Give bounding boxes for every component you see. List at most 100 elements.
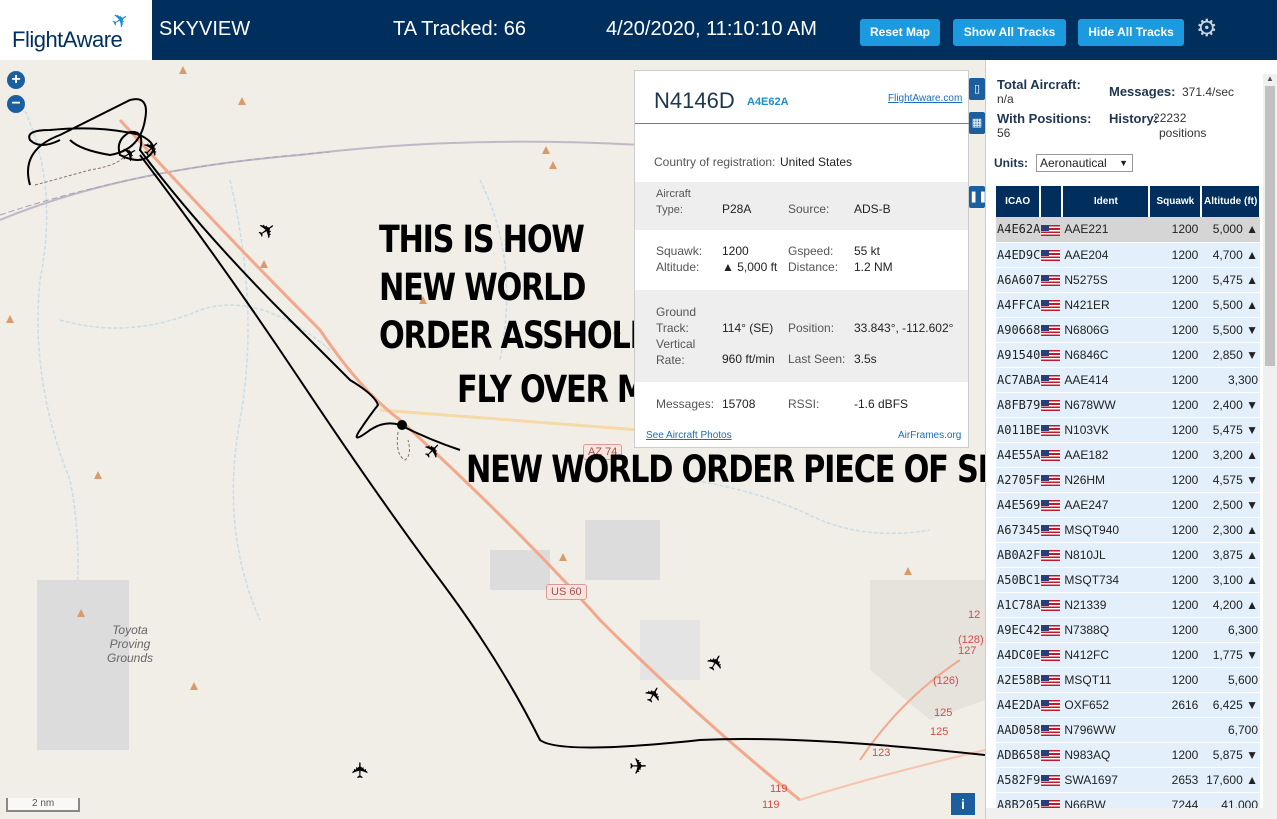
col-icao[interactable]: ICAO	[996, 186, 1042, 217]
us-flag-icon	[1041, 724, 1061, 736]
flag-cell	[1040, 592, 1063, 618]
squawk-cell: 1200	[1149, 667, 1202, 693]
ident-cell: N103VK	[1062, 417, 1150, 443]
ident-cell: N26HM	[1062, 467, 1150, 493]
messages-label: Messages:	[1109, 84, 1176, 99]
table-row[interactable]: A4ED9C AAE204 1200 4,700 ▲	[996, 242, 1260, 268]
table-row[interactable]: A4E55A AAE182 1200 3,200 ▲	[996, 442, 1260, 468]
horizontal-scrollbar[interactable]	[986, 808, 1277, 819]
pause-icon[interactable]: ❚❚	[969, 186, 987, 208]
table-row[interactable]: A4E62A AAE221 1200 5,000 ▲	[996, 217, 1260, 243]
table-row[interactable]: A2705F N26HM 1200 4,575 ▼	[996, 467, 1260, 493]
altitude-cell: 3,200 ▲	[1201, 442, 1260, 468]
history-value: History: 22232 positions	[1109, 111, 1229, 141]
altitude-cell: 5,000 ▲	[1201, 217, 1260, 243]
gear-icon[interactable]: ⚙	[1196, 14, 1218, 43]
show-all-tracks-button[interactable]: Show All Tracks	[953, 19, 1066, 46]
table-row[interactable]: AAD058 N796WW 6,700	[996, 717, 1260, 743]
datetime: 4/20/2020, 11:10:10 AM	[606, 18, 817, 40]
flag-cell	[1040, 767, 1063, 793]
svg-text:119: 119	[770, 783, 788, 795]
squawk-cell: 2616	[1149, 692, 1202, 718]
col-squawk[interactable]: Squawk	[1149, 186, 1203, 217]
country-label: Country of registration:	[654, 155, 776, 169]
info-button[interactable]: i	[951, 793, 975, 815]
icao-cell: A4E569	[996, 492, 1041, 518]
flag-cell	[1040, 442, 1063, 468]
col-flag[interactable]	[1040, 186, 1064, 217]
table-row[interactable]: A2E58B MSQT11 1200 5,600	[996, 667, 1260, 693]
units-select[interactable]: Aeronautical ▼	[1036, 154, 1133, 172]
flag-cell	[1040, 617, 1063, 643]
table-row[interactable]: A4E569 AAE247 1200 2,500 ▼	[996, 492, 1260, 518]
table-row[interactable]: A011BE N103VK 1200 5,475 ▼	[996, 417, 1260, 443]
overlay-text-line: NEW WORLD ORDER PIECE OF SHIT	[466, 448, 1033, 491]
airframes-link[interactable]: AirFrames.org	[898, 430, 961, 441]
vertical-rate-label: Vertical Rate:	[656, 337, 696, 367]
flag-cell	[1040, 692, 1063, 718]
table-row[interactable]: A4E2DA OXF652 2616 6,425 ▼	[996, 692, 1260, 718]
icao-cell: A8FB79	[996, 392, 1041, 418]
table-row[interactable]: A9EC42 N7388Q 1200 6,300	[996, 617, 1260, 643]
map-layers-icon[interactable]: ▯	[969, 78, 985, 100]
icao-cell: A582F9	[996, 767, 1041, 793]
vertical-scrollbar[interactable]: ▲	[1263, 74, 1277, 810]
us-flag-icon	[1041, 499, 1061, 511]
zoom-in-button[interactable]: +	[7, 71, 25, 89]
distance-value: 1.2 NM	[854, 260, 893, 274]
table-row[interactable]: AC7ABA AAE414 1200 3,300	[996, 367, 1260, 393]
table-row[interactable]: A4FFCA N421ER 1200 5,500 ▲	[996, 292, 1260, 318]
icao-cell: A6A607	[996, 267, 1041, 293]
icao-cell: A4E2DA	[996, 692, 1041, 718]
table-row[interactable]: A91540 N6846C 1200 2,850 ▼	[996, 342, 1260, 368]
scroll-up-icon[interactable]: ▲	[1266, 74, 1274, 83]
flightaware-logo[interactable]: ✈ FlightAware	[0, 0, 152, 60]
icao-cell: A91540	[996, 342, 1041, 368]
icao-cell: A2705F	[996, 467, 1041, 493]
hide-all-tracks-button[interactable]: Hide All Tracks	[1078, 19, 1184, 46]
table-row[interactable]: A90668 N6806G 1200 5,500 ▼	[996, 317, 1260, 343]
ident-cell: N6846C	[1062, 342, 1150, 368]
flag-cell	[1040, 567, 1063, 593]
aircraft-icon[interactable]: ✈	[348, 761, 374, 779]
col-altitude[interactable]: Altitude (ft)	[1201, 186, 1261, 217]
us-flag-icon	[1041, 674, 1061, 686]
scroll-thumb[interactable]	[1265, 86, 1275, 366]
squawk-cell: 1200	[1149, 467, 1202, 493]
table-row[interactable]: ADB658 N983AQ 1200 5,875 ▼	[996, 742, 1260, 768]
altitude-cell: 2,850 ▼	[1201, 342, 1260, 368]
squawk-cell: 1200	[1149, 542, 1202, 568]
col-ident[interactable]: Ident	[1062, 186, 1151, 217]
altitude-cell: 6,700	[1201, 717, 1260, 743]
table-row[interactable]: A582F9 SWA1697 2653 17,600 ▲	[996, 767, 1260, 793]
reset-map-button[interactable]: Reset Map	[860, 19, 940, 46]
grid-icon[interactable]: ▦	[969, 112, 985, 134]
table-row[interactable]: AB0A2F N810JL 1200 3,875 ▲	[996, 542, 1260, 568]
table-row[interactable]: A67345 MSQT940 1200 2,300 ▲	[996, 517, 1260, 543]
flag-cell	[1040, 417, 1063, 443]
total-aircraft-label: Total Aircraft:	[997, 77, 1081, 92]
type-value: P28A	[722, 202, 752, 216]
us-flag-icon	[1041, 449, 1061, 461]
flag-cell	[1040, 717, 1063, 743]
icao-cell: AC7ABA	[996, 367, 1041, 393]
zoom-out-button[interactable]: −	[7, 95, 25, 113]
altitude-value: ▲ 5,000 ft	[722, 260, 778, 274]
aircraft-icon[interactable]: ✈	[629, 754, 647, 780]
overlay-text-line: NEW WORLD	[379, 266, 586, 309]
table-row[interactable]: A4DC0E N412FC 1200 1,775 ▼	[996, 642, 1260, 668]
overlay-text-line: THIS IS HOW	[379, 218, 585, 261]
last-seen-value: 3.5s	[854, 352, 877, 366]
table-row[interactable]: A50BC1 MSQT734 1200 3,100 ▲	[996, 567, 1260, 593]
flightaware-link[interactable]: FlightAware.com	[888, 93, 962, 104]
ident-cell: MSQT11	[1062, 667, 1150, 693]
table-row[interactable]: A1C78A N21339 1200 4,200 ▲	[996, 592, 1260, 618]
table-row[interactable]: A8FB79 N678WW 1200 2,400 ▼	[996, 392, 1260, 418]
type-label: Aircraft Type:	[656, 188, 691, 216]
position-label: Position:	[788, 321, 835, 335]
squawk-cell: 1200	[1149, 517, 1202, 543]
flag-cell	[1040, 292, 1063, 318]
aircraft-photos-link[interactable]: See Aircraft Photos	[646, 430, 732, 441]
aircraft-info-box: N4146D A4E62A FlightAware.com Country of…	[634, 70, 969, 448]
table-row[interactable]: A6A607 N5275S 1200 5,475 ▲	[996, 267, 1260, 293]
